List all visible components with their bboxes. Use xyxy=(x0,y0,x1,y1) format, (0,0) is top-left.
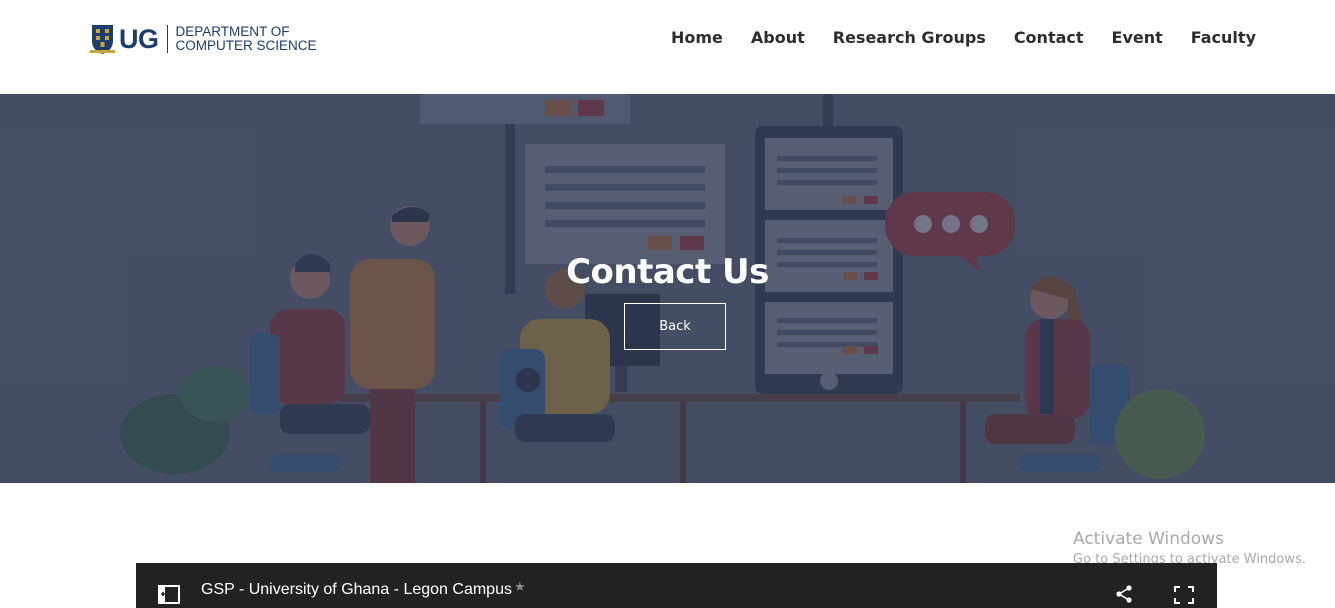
logo-divider xyxy=(166,25,168,53)
activate-windows-watermark: Activate Windows Go to Settings to activ… xyxy=(1073,529,1306,567)
nav-contact[interactable]: Contact xyxy=(1014,28,1084,47)
crest-icon xyxy=(90,25,115,54)
nav-about[interactable]: About xyxy=(751,28,805,47)
page-title: Contact Us xyxy=(566,252,769,292)
logo-ug-text: UG xyxy=(119,23,159,54)
main-nav: Home About Research Groups Contact Event… xyxy=(671,28,1256,47)
map-embed-bar: GSP - University of Ghana - Legon Campus… xyxy=(136,563,1217,608)
logo-line-1: DEPARTMENT OF xyxy=(175,24,290,39)
logo-department: DEPARTMENT OF COMPUTER SCIENCE xyxy=(176,25,317,53)
site-header: UG DEPARTMENT OF COMPUTER SCIENCE Home A… xyxy=(0,0,1335,94)
nav-event[interactable]: Event xyxy=(1112,28,1163,47)
nav-faculty[interactable]: Faculty xyxy=(1191,28,1256,47)
hero-banner: Contact Us Back xyxy=(0,94,1335,483)
logo-line-2: COMPUTER SCIENCE xyxy=(175,38,317,53)
back-button[interactable]: Back xyxy=(624,303,726,350)
activate-line-1: Activate Windows xyxy=(1073,529,1224,549)
share-icon[interactable] xyxy=(1115,585,1133,603)
nav-home[interactable]: Home xyxy=(671,28,723,47)
site-logo[interactable]: UG DEPARTMENT OF COMPUTER SCIENCE xyxy=(90,22,317,56)
map-title[interactable]: GSP - University of Ghana - Legon Campus xyxy=(201,581,512,599)
fullscreen-icon[interactable] xyxy=(1174,586,1194,604)
star-icon[interactable]: ★ xyxy=(514,580,526,595)
nav-research-groups[interactable]: Research Groups xyxy=(833,28,986,47)
map-panel-icon[interactable] xyxy=(158,585,180,604)
